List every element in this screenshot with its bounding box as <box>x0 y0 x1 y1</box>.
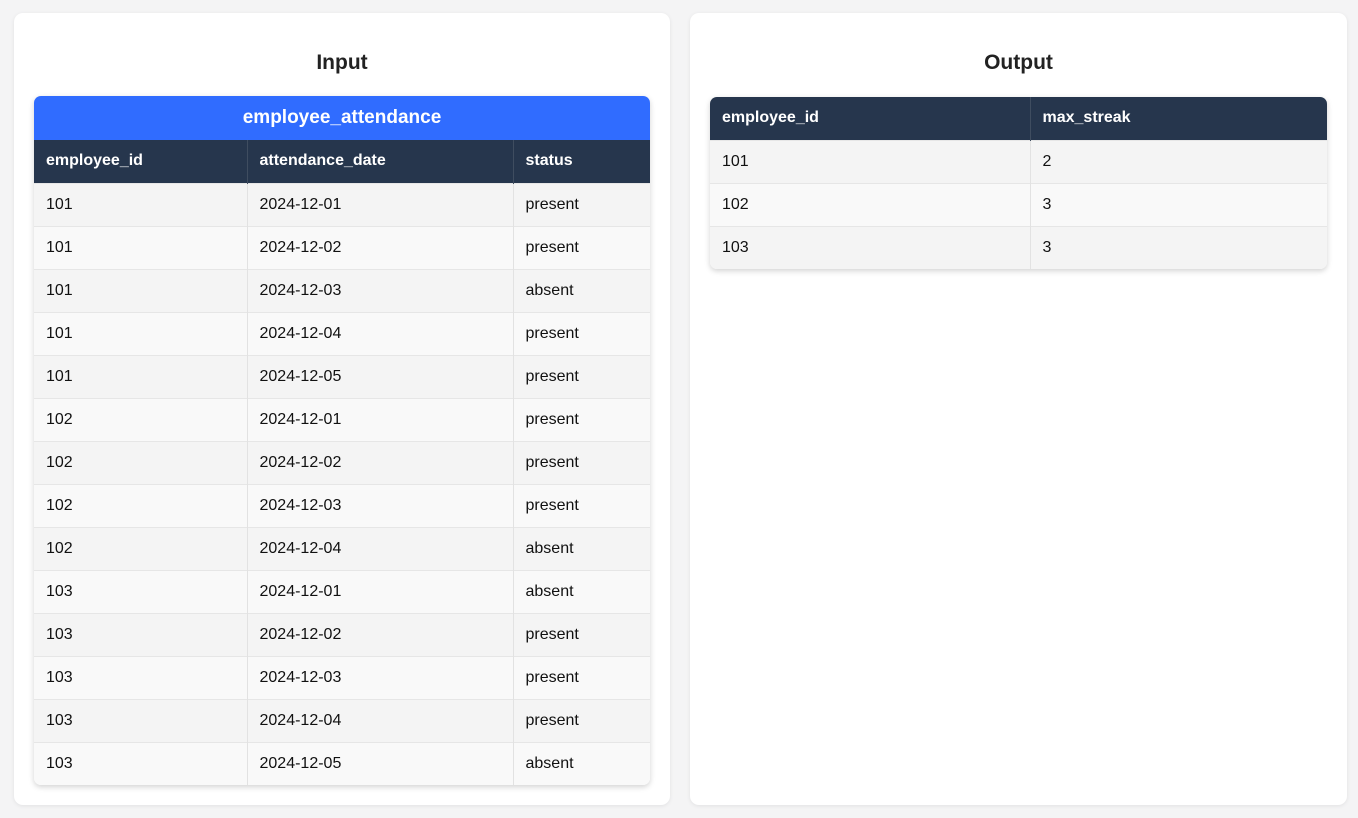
table-row: 102 2024-12-04 absent <box>34 526 650 570</box>
table-cell: 2024-12-04 <box>247 698 514 742</box>
table-cell: 101 <box>34 225 248 269</box>
table-cell: present <box>513 225 650 269</box>
table-row: 102 2024-12-02 present <box>34 440 650 484</box>
table-cell: absent <box>513 741 650 785</box>
table-cell: present <box>513 182 650 226</box>
table-row: 103 2024-12-04 present <box>34 698 650 742</box>
table-cell: 2024-12-02 <box>247 225 514 269</box>
table-row: 103 2024-12-01 absent <box>34 569 650 613</box>
table-cell: 3 <box>1030 225 1327 269</box>
table-cell: 2024-12-03 <box>247 655 514 699</box>
table-cell: 3 <box>1030 182 1327 226</box>
table-cell: absent <box>513 268 650 312</box>
table-cell: 101 <box>710 139 1031 183</box>
table-cell: present <box>513 397 650 441</box>
input-table-body: 101 2024-12-01 present 101 2024-12-02 present… <box>34 182 650 785</box>
output-table-body: 101 2 102 3 103 3 <box>710 139 1327 269</box>
table-cell: absent <box>513 526 650 570</box>
table-cell: present <box>513 698 650 742</box>
table-cell: 102 <box>34 526 248 570</box>
table-cell: 2024-12-04 <box>247 526 514 570</box>
output-table: employee_id max_streak 101 2 102 3 103 3 <box>710 97 1327 269</box>
table-row: 101 2024-12-02 present <box>34 225 650 269</box>
table-cell: present <box>513 655 650 699</box>
table-cell: 2 <box>1030 139 1327 183</box>
table-cell: 2024-12-05 <box>247 741 514 785</box>
table-cell: present <box>513 483 650 527</box>
table-cell: 2024-12-05 <box>247 354 514 398</box>
table-cell: present <box>513 612 650 656</box>
output-panel: Output employee_id max_streak 101 2 102 3 10… <box>690 13 1347 805</box>
table-cell: 102 <box>34 397 248 441</box>
table-cell: 101 <box>34 268 248 312</box>
table-cell: 103 <box>34 698 248 742</box>
table-cell: present <box>513 440 650 484</box>
output-table-container: employee_id max_streak 101 2 102 3 103 3 <box>710 97 1327 269</box>
table-cell: 2024-12-04 <box>247 311 514 355</box>
table-cell: 103 <box>34 655 248 699</box>
input-table: employee_id attendance_date status 101 20… <box>34 140 650 785</box>
output-header-row: employee_id max_streak <box>710 97 1327 140</box>
table-row: 103 2024-12-05 absent <box>34 741 650 785</box>
column-header: employee_id <box>34 140 248 183</box>
input-header-row: employee_id attendance_date status <box>34 140 650 183</box>
column-header: max_streak <box>1030 97 1327 140</box>
table-row: 101 2024-12-05 present <box>34 354 650 398</box>
table-row: 103 2024-12-02 present <box>34 612 650 656</box>
table-row: 101 2024-12-01 present <box>34 182 650 226</box>
table-name-caption: employee_attendance <box>34 96 650 140</box>
table-cell: 2024-12-03 <box>247 483 514 527</box>
column-header: status <box>513 140 650 183</box>
table-cell: 103 <box>34 612 248 656</box>
table-row: 103 3 <box>710 225 1327 269</box>
table-cell: 101 <box>34 182 248 226</box>
input-panel: Input employee_attendance employee_id at… <box>14 13 670 805</box>
table-cell: 103 <box>34 569 248 613</box>
table-cell: 102 <box>34 440 248 484</box>
table-cell: absent <box>513 569 650 613</box>
input-table-container: employee_attendance employee_id attendan… <box>34 96 650 785</box>
table-cell: 2024-12-01 <box>247 397 514 441</box>
output-title: Output <box>984 51 1053 74</box>
column-header: attendance_date <box>247 140 514 183</box>
table-row: 101 2 <box>710 139 1327 183</box>
table-row: 102 2024-12-01 present <box>34 397 650 441</box>
table-cell: 2024-12-01 <box>247 569 514 613</box>
input-title: Input <box>316 51 368 74</box>
table-cell: 103 <box>34 741 248 785</box>
table-cell: 2024-12-02 <box>247 612 514 656</box>
table-row: 101 2024-12-04 present <box>34 311 650 355</box>
table-cell: 2024-12-02 <box>247 440 514 484</box>
table-cell: 2024-12-03 <box>247 268 514 312</box>
table-cell: 101 <box>34 354 248 398</box>
table-row: 101 2024-12-03 absent <box>34 268 650 312</box>
table-cell: 102 <box>710 182 1031 226</box>
table-row: 102 2024-12-03 present <box>34 483 650 527</box>
table-row: 103 2024-12-03 present <box>34 655 650 699</box>
column-header: employee_id <box>710 97 1031 140</box>
table-cell: 103 <box>710 225 1031 269</box>
table-cell: present <box>513 311 650 355</box>
table-row: 102 3 <box>710 182 1327 226</box>
table-cell: 101 <box>34 311 248 355</box>
table-cell: present <box>513 354 650 398</box>
table-cell: 2024-12-01 <box>247 182 514 226</box>
table-cell: 102 <box>34 483 248 527</box>
